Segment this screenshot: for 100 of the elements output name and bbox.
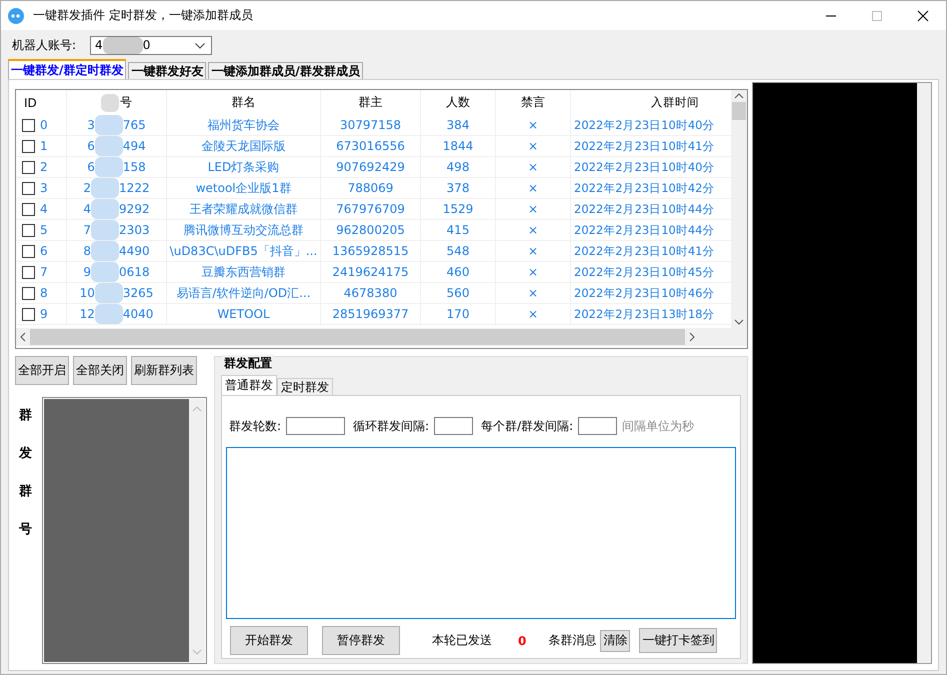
table-cell: 6 bbox=[87, 139, 95, 153]
table-cell: 2022年2月23日10时40分 bbox=[574, 118, 714, 132]
tab[interactable]: 一键群发/群定时群发 bbox=[8, 59, 126, 79]
table-cell: 548 bbox=[446, 244, 470, 258]
table-cell: 0 bbox=[40, 118, 48, 132]
vertical-scrollbar[interactable] bbox=[731, 90, 747, 328]
table-cell: 765 bbox=[122, 118, 146, 132]
table-cell: 5 bbox=[40, 223, 48, 237]
column-header[interactable]: 号 bbox=[120, 94, 132, 111]
blur-mark bbox=[94, 283, 123, 303]
table-cell: 962800205 bbox=[336, 223, 405, 237]
table-cell: 907692429 bbox=[336, 160, 405, 174]
table-cell: 0618 bbox=[119, 265, 150, 279]
table-cell: 腾讯微博互动交流总群 bbox=[184, 222, 304, 238]
field-label: 循环群发间隔: bbox=[353, 418, 430, 434]
scroll-thumb[interactable] bbox=[30, 329, 685, 345]
start-button[interactable]: 开始群发 bbox=[230, 626, 308, 655]
list-button[interactable]: 全部开启 bbox=[15, 356, 69, 385]
input-field[interactable] bbox=[434, 417, 474, 435]
table-cell: 2022年2月23日10时45分 bbox=[574, 264, 714, 280]
column-header[interactable]: 禁言 bbox=[521, 94, 545, 111]
sent-count: 0 bbox=[518, 634, 526, 648]
blur-mark bbox=[94, 304, 123, 324]
checkbox[interactable] bbox=[22, 244, 35, 258]
blur-mark bbox=[91, 199, 120, 219]
table-cell: 767976709 bbox=[336, 202, 405, 216]
pause-button[interactable]: 暂停群发 bbox=[322, 626, 400, 655]
blur-mark bbox=[94, 115, 123, 135]
tab[interactable]: 定时群发 bbox=[277, 378, 333, 395]
tab[interactable]: 一键群发好友 bbox=[128, 62, 206, 79]
checkbox[interactable] bbox=[22, 182, 35, 194]
table-cell: 415 bbox=[446, 223, 470, 237]
checkbox[interactable] bbox=[22, 308, 35, 320]
checkbox[interactable] bbox=[22, 160, 35, 174]
table-cell: × bbox=[528, 307, 538, 321]
table-cell: × bbox=[528, 181, 538, 195]
blur-mark bbox=[102, 36, 143, 54]
blur-mark bbox=[94, 136, 123, 156]
table-cell: 9 bbox=[40, 307, 48, 321]
column-header[interactable]: 群名 bbox=[232, 94, 256, 111]
table-cell: 12 bbox=[80, 307, 95, 321]
checkbox[interactable] bbox=[22, 224, 35, 236]
table-cell: 2419624175 bbox=[332, 265, 409, 279]
field-label: 群发轮数: bbox=[229, 418, 282, 434]
table-cell: × bbox=[528, 160, 538, 174]
list-button[interactable]: 刷新群列表 bbox=[131, 356, 197, 385]
checkbox[interactable] bbox=[22, 118, 35, 132]
table-cell: LED灯条采购 bbox=[208, 158, 280, 176]
column-header[interactable]: 群主 bbox=[358, 94, 382, 111]
hint-text: 间隔单位为秒 bbox=[622, 418, 694, 434]
table-cell: 9 bbox=[83, 265, 92, 279]
app-icon bbox=[7, 6, 25, 24]
account-label: 机器人账号: bbox=[12, 36, 76, 54]
tab[interactable]: 普通群发 bbox=[221, 375, 277, 395]
sent-suffix: 条群消息 bbox=[548, 632, 596, 649]
table-cell: 494 bbox=[122, 139, 146, 153]
table-cell: × bbox=[528, 265, 538, 279]
table-cell: × bbox=[528, 244, 538, 258]
table-cell: 170 bbox=[446, 307, 470, 321]
table-cell: 2 bbox=[83, 181, 92, 195]
table-cell: 2851969377 bbox=[332, 307, 409, 321]
account-dropdown[interactable]: 4 0 bbox=[90, 36, 212, 54]
table-cell: 673016556 bbox=[336, 139, 405, 153]
table-cell: 8 bbox=[83, 244, 92, 258]
checkbox[interactable] bbox=[22, 266, 35, 278]
input-field[interactable] bbox=[286, 417, 346, 435]
table-cell: wetool企业版1群 bbox=[196, 180, 292, 196]
blur-mark bbox=[101, 94, 119, 112]
table-cell: × bbox=[528, 139, 538, 153]
column-header[interactable]: 入群时间 bbox=[651, 95, 699, 110]
table-cell: 易语言/软件逆向/OD汇... bbox=[176, 284, 311, 302]
table-cell: 4 bbox=[83, 202, 92, 216]
checkbox[interactable] bbox=[22, 286, 35, 300]
group-list-label: 群发群号 bbox=[19, 407, 32, 539]
table-cell: 2022年2月23日10时41分 bbox=[574, 138, 714, 154]
table-cell: 560 bbox=[446, 286, 470, 300]
tab[interactable]: 一键添加群成员/群发群成员 bbox=[208, 62, 363, 79]
scroll-thumb[interactable] bbox=[732, 102, 746, 120]
table-cell: × bbox=[528, 118, 538, 132]
table-cell: 2303 bbox=[119, 223, 150, 237]
checkbox[interactable] bbox=[22, 140, 35, 152]
input-field[interactable] bbox=[578, 417, 618, 435]
blur-mark bbox=[91, 241, 120, 261]
window-title: 一键群发插件 定时群发，一键添加群成员 bbox=[33, 7, 253, 24]
blur-mark bbox=[91, 220, 120, 240]
column-header[interactable]: ID bbox=[24, 96, 37, 110]
table-cell: 158 bbox=[122, 160, 146, 174]
horizontal-scrollbar[interactable] bbox=[16, 328, 747, 346]
table-cell: 2022年2月23日10时44分 bbox=[574, 222, 714, 238]
table-cell: 6 bbox=[87, 160, 95, 174]
list-button[interactable]: 全部关闭 bbox=[73, 356, 127, 385]
table-cell: 378 bbox=[446, 181, 470, 195]
message-field[interactable] bbox=[226, 447, 736, 619]
clear-button[interactable]: 清除 bbox=[600, 630, 630, 652]
table-cell: 4678380 bbox=[344, 286, 398, 300]
table-cell: 788069 bbox=[348, 181, 394, 195]
column-header[interactable]: 人数 bbox=[446, 94, 470, 111]
checkin-button[interactable]: 一键打卡签到 bbox=[639, 628, 718, 653]
table-cell: 9292 bbox=[119, 202, 150, 216]
checkbox[interactable] bbox=[22, 202, 35, 216]
